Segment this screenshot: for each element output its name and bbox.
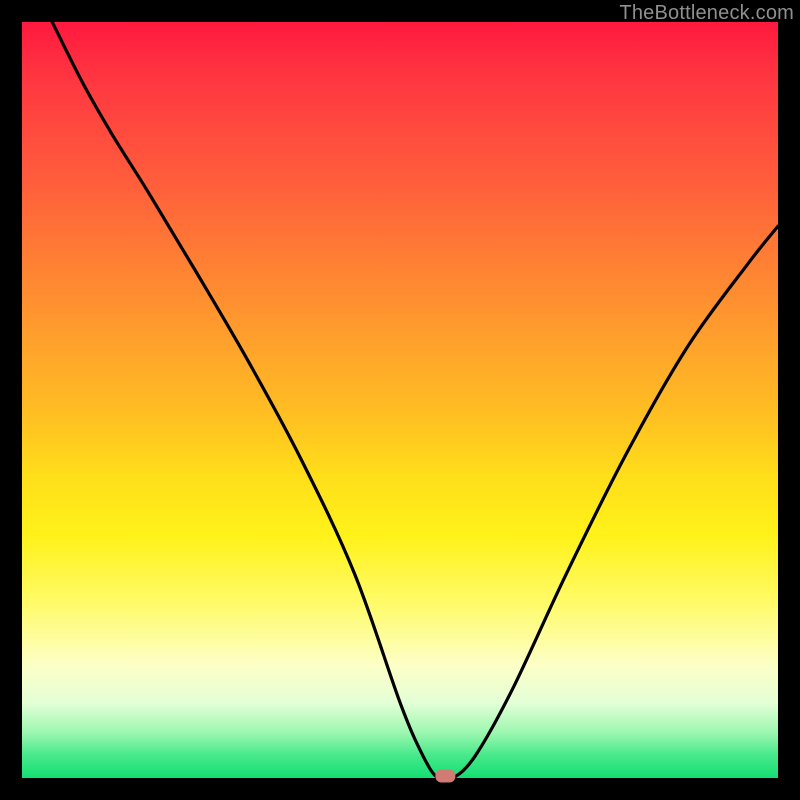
curve-layer bbox=[22, 22, 778, 778]
plot-area bbox=[22, 22, 778, 778]
minimum-marker bbox=[435, 770, 455, 783]
bottleneck-curve bbox=[52, 22, 778, 781]
chart-frame: TheBottleneck.com bbox=[0, 0, 800, 800]
